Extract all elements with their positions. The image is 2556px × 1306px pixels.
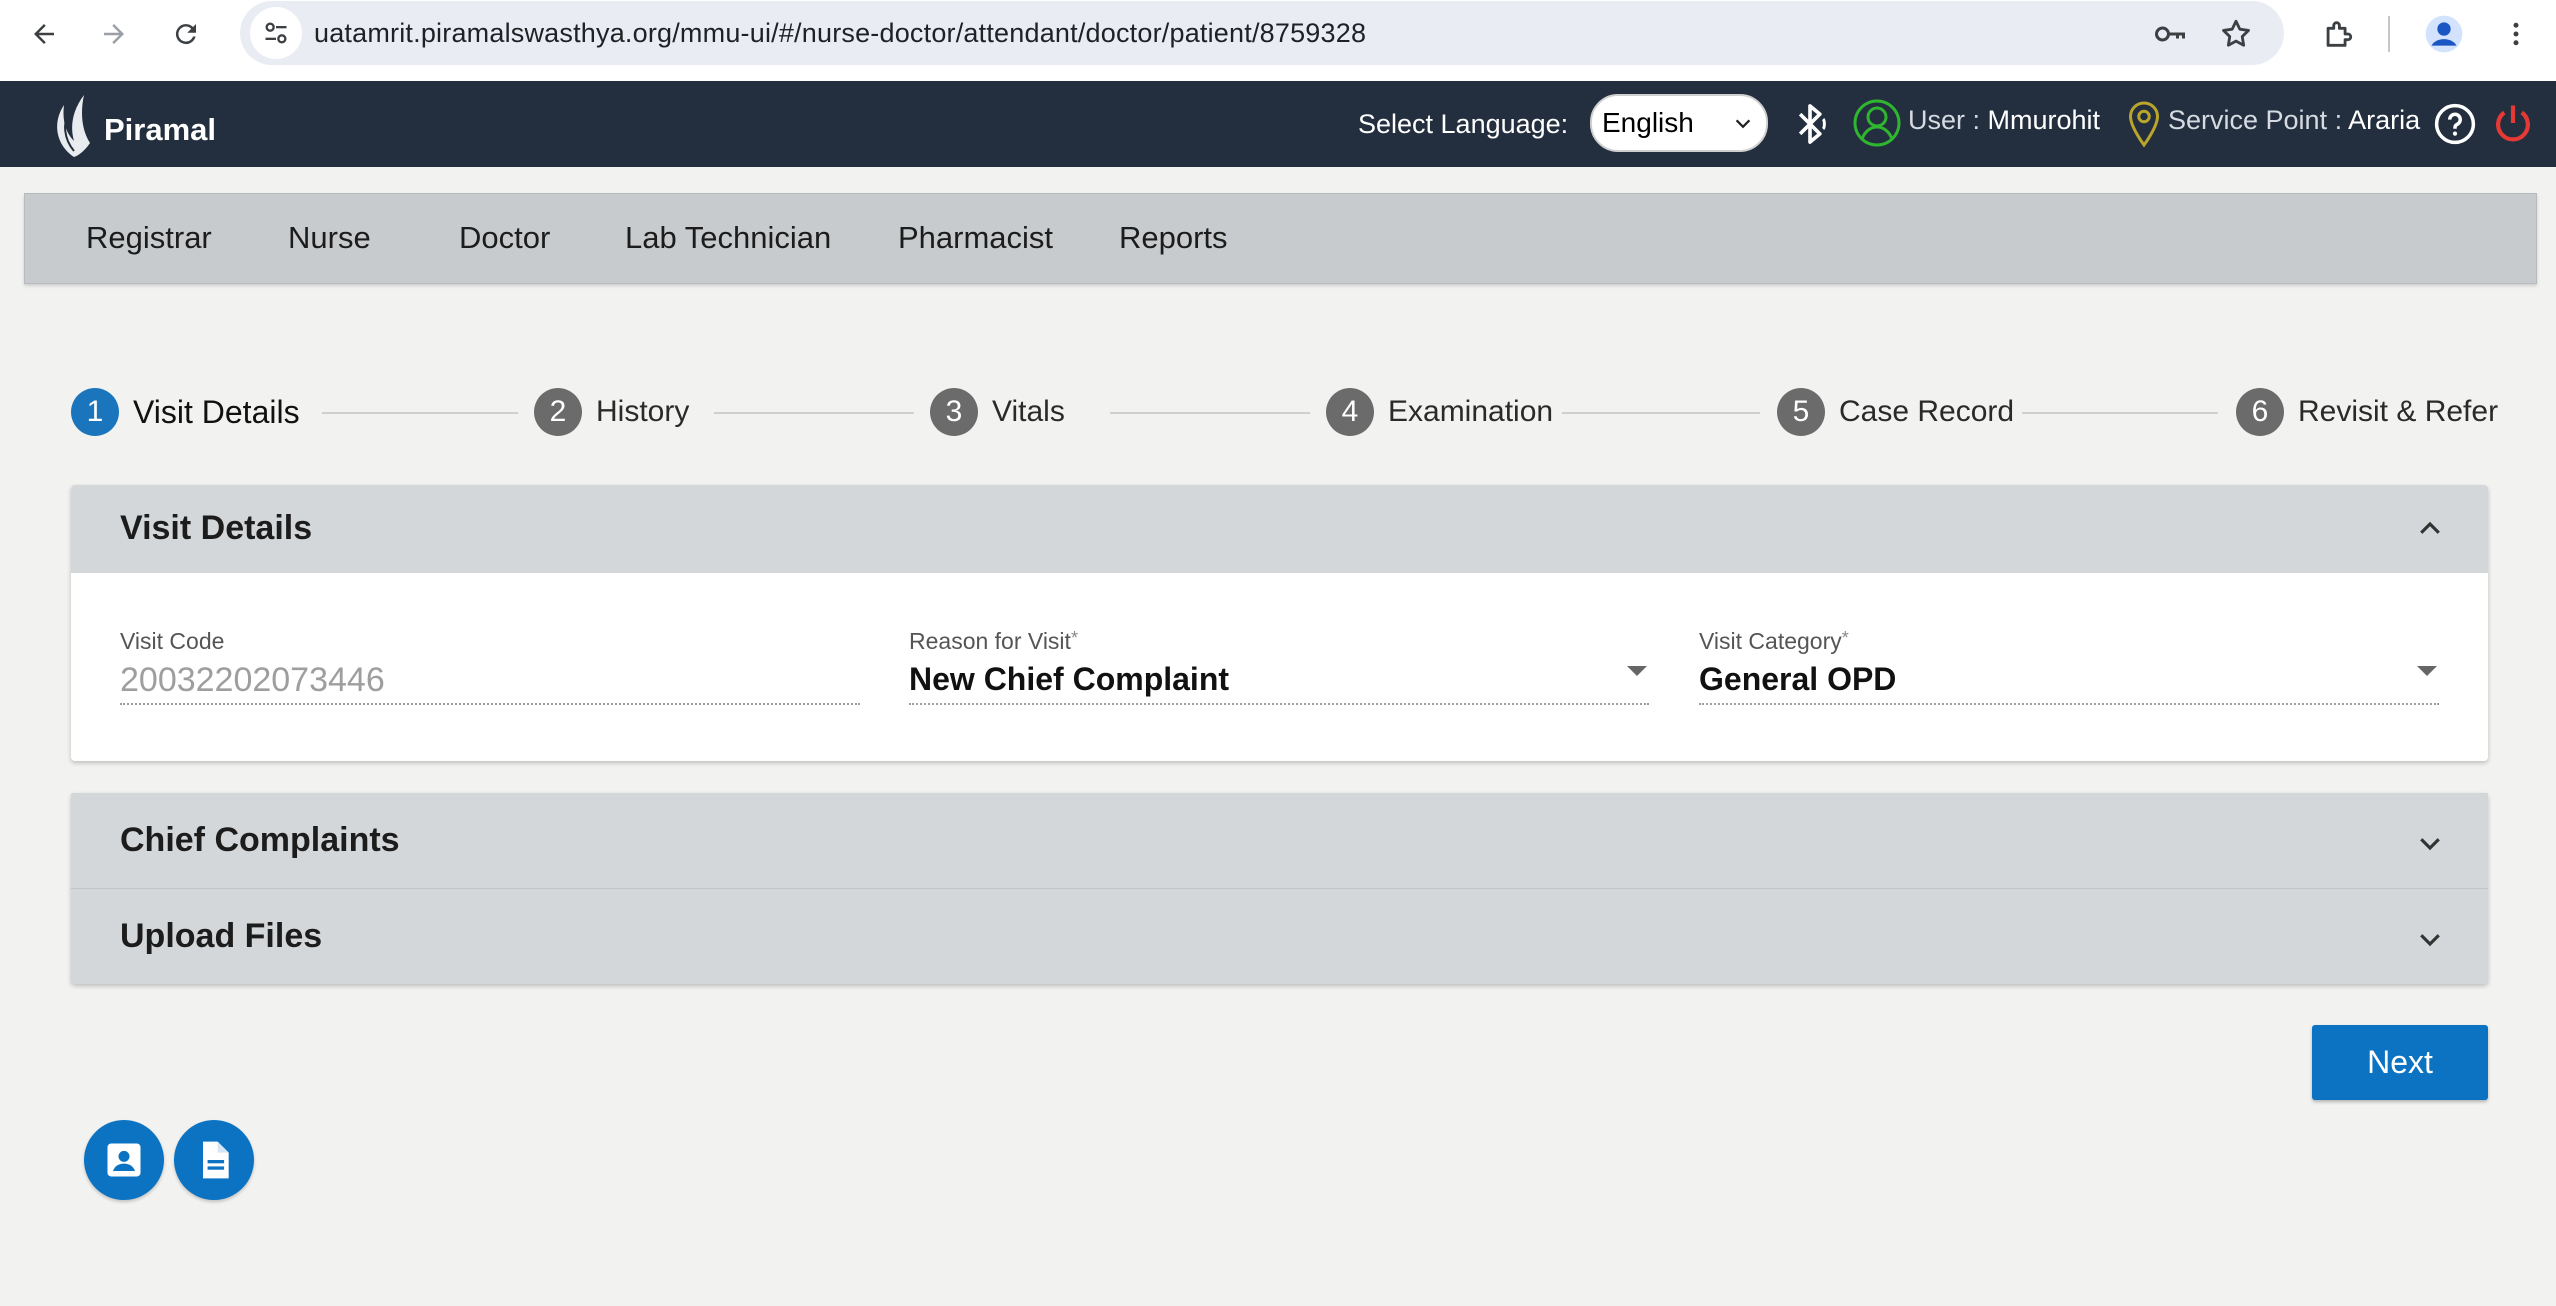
patient-profile-button[interactable] bbox=[84, 1120, 164, 1200]
bookmark-star-icon[interactable] bbox=[2214, 12, 2258, 56]
profile-avatar-icon[interactable] bbox=[2422, 12, 2466, 56]
step-vitals[interactable]: 3 Vitals bbox=[930, 386, 1065, 438]
url-text[interactable]: uatamrit.piramalswasthya.org/mmu-ui/#/nu… bbox=[314, 18, 1366, 49]
step-number: 2 bbox=[534, 388, 582, 436]
power-logout-icon[interactable] bbox=[2490, 99, 2536, 147]
extensions-puzzle-icon[interactable] bbox=[2316, 12, 2360, 56]
collapsed-sections: Chief Complaints Upload Files bbox=[71, 793, 2488, 984]
language-selected-value: English bbox=[1602, 107, 1694, 138]
visit-details-panel: Visit Details bbox=[71, 485, 2488, 761]
user-icon bbox=[1852, 97, 1902, 149]
step-visit-details[interactable]: 1 Visit Details bbox=[71, 386, 300, 438]
step-number: 4 bbox=[1326, 388, 1374, 436]
role-reports[interactable]: Reports bbox=[1119, 220, 1228, 256]
step-number: 5 bbox=[1777, 388, 1825, 436]
next-button[interactable]: Next bbox=[2312, 1025, 2488, 1100]
reason-for-visit-value: New Chief Complaint bbox=[909, 661, 1649, 705]
piramal-leaf-icon bbox=[57, 95, 90, 157]
visit-details-header[interactable]: Visit Details bbox=[71, 485, 2488, 573]
reload-icon[interactable] bbox=[166, 14, 206, 54]
visit-code-field: Visit Code 20032202073446 bbox=[120, 628, 860, 705]
location-pin-icon bbox=[2124, 97, 2164, 151]
visit-code-value: 20032202073446 bbox=[120, 661, 860, 705]
role-pharmacist[interactable]: Pharmacist bbox=[898, 220, 1053, 256]
toolbar-divider bbox=[2388, 16, 2390, 52]
dropdown-arrow-icon[interactable] bbox=[2417, 666, 2437, 676]
case-sheet-button[interactable] bbox=[174, 1120, 254, 1200]
forward-arrow-icon[interactable] bbox=[94, 14, 134, 54]
role-nurse[interactable]: Nurse bbox=[288, 220, 371, 256]
service-point-name: Araria bbox=[2348, 105, 2421, 135]
step-connector bbox=[714, 412, 914, 414]
step-label: Visit Details bbox=[133, 393, 300, 430]
step-examination[interactable]: 4 Examination bbox=[1326, 386, 1553, 438]
step-number: 6 bbox=[2236, 388, 2284, 436]
section-title: Chief Complaints bbox=[120, 821, 400, 859]
step-label: Case Record bbox=[1839, 395, 2015, 428]
step-label: History bbox=[596, 395, 690, 428]
upload-files-section[interactable]: Upload Files bbox=[71, 889, 2488, 984]
user-name: Mmurohit bbox=[1987, 105, 2101, 135]
password-key-icon[interactable] bbox=[2148, 12, 2192, 56]
role-registrar[interactable]: Registrar bbox=[86, 220, 212, 256]
address-bar[interactable]: uatamrit.piramalswasthya.org/mmu-ui/#/nu… bbox=[240, 1, 2284, 65]
site-settings-icon[interactable] bbox=[250, 7, 302, 59]
user-label: User : bbox=[1908, 105, 1981, 135]
step-connector bbox=[322, 412, 518, 414]
back-arrow-icon[interactable] bbox=[24, 14, 64, 54]
reason-for-visit-select[interactable]: Reason for Visit* New Chief Complaint bbox=[909, 628, 1649, 705]
step-label: Examination bbox=[1388, 395, 1554, 428]
field-label: Visit Code bbox=[120, 628, 225, 654]
panel-title: Visit Details bbox=[120, 509, 313, 547]
user-info: User : Mmurohit bbox=[1908, 105, 2100, 136]
document-icon bbox=[203, 1141, 229, 1179]
step-number: 1 bbox=[71, 388, 119, 436]
browser-menu-icon[interactable] bbox=[2494, 12, 2538, 56]
help-icon[interactable] bbox=[2432, 101, 2478, 147]
piramal-logo: Piramal bbox=[50, 87, 216, 161]
visit-category-value: General OPD bbox=[1699, 661, 2439, 705]
chevron-down-icon[interactable] bbox=[2412, 825, 2448, 861]
role-lab-technician[interactable]: Lab Technician bbox=[625, 220, 831, 256]
step-history[interactable]: 2 History bbox=[534, 386, 689, 438]
step-connector bbox=[2022, 412, 2218, 414]
visit-category-select[interactable]: Visit Category* General OPD bbox=[1699, 628, 2439, 705]
dropdown-arrow-icon[interactable] bbox=[1627, 666, 1647, 676]
chevron-down-icon[interactable] bbox=[2412, 921, 2448, 957]
language-label: Select Language: bbox=[1358, 109, 1569, 139]
language-select[interactable]: English bbox=[1590, 94, 1768, 152]
step-connector bbox=[1562, 412, 1760, 414]
contact-card-icon bbox=[107, 1143, 141, 1177]
service-point-info: Service Point : Araria bbox=[2168, 105, 2420, 136]
browser-chrome: uatamrit.piramalswasthya.org/mmu-ui/#/nu… bbox=[0, 0, 2556, 81]
step-number: 3 bbox=[930, 388, 978, 436]
chief-complaints-section[interactable]: Chief Complaints bbox=[71, 793, 2488, 888]
app-header: Piramal Select Language: English User : … bbox=[0, 81, 2556, 167]
bluetooth-icon[interactable] bbox=[1788, 99, 1832, 149]
role-doctor[interactable]: Doctor bbox=[459, 220, 550, 256]
field-label: Visit Category* bbox=[1699, 628, 1849, 654]
step-label: Revisit & Refer bbox=[2298, 395, 2499, 428]
field-label: Reason for Visit* bbox=[909, 628, 1078, 654]
chevron-up-icon[interactable] bbox=[2412, 511, 2448, 547]
chevron-down-icon bbox=[1735, 119, 1751, 129]
step-connector bbox=[1110, 412, 1310, 414]
logo-text: Piramal bbox=[104, 112, 217, 147]
role-menu: Registrar Nurse Doctor Lab Technician Ph… bbox=[24, 193, 2537, 284]
step-revisit-refer[interactable]: 6 Revisit & Refer bbox=[2236, 386, 2498, 438]
service-point-label: Service Point : bbox=[2168, 105, 2343, 135]
section-title: Upload Files bbox=[120, 917, 323, 955]
step-case-record[interactable]: 5 Case Record bbox=[1777, 386, 2014, 438]
step-label: Vitals bbox=[992, 395, 1065, 428]
